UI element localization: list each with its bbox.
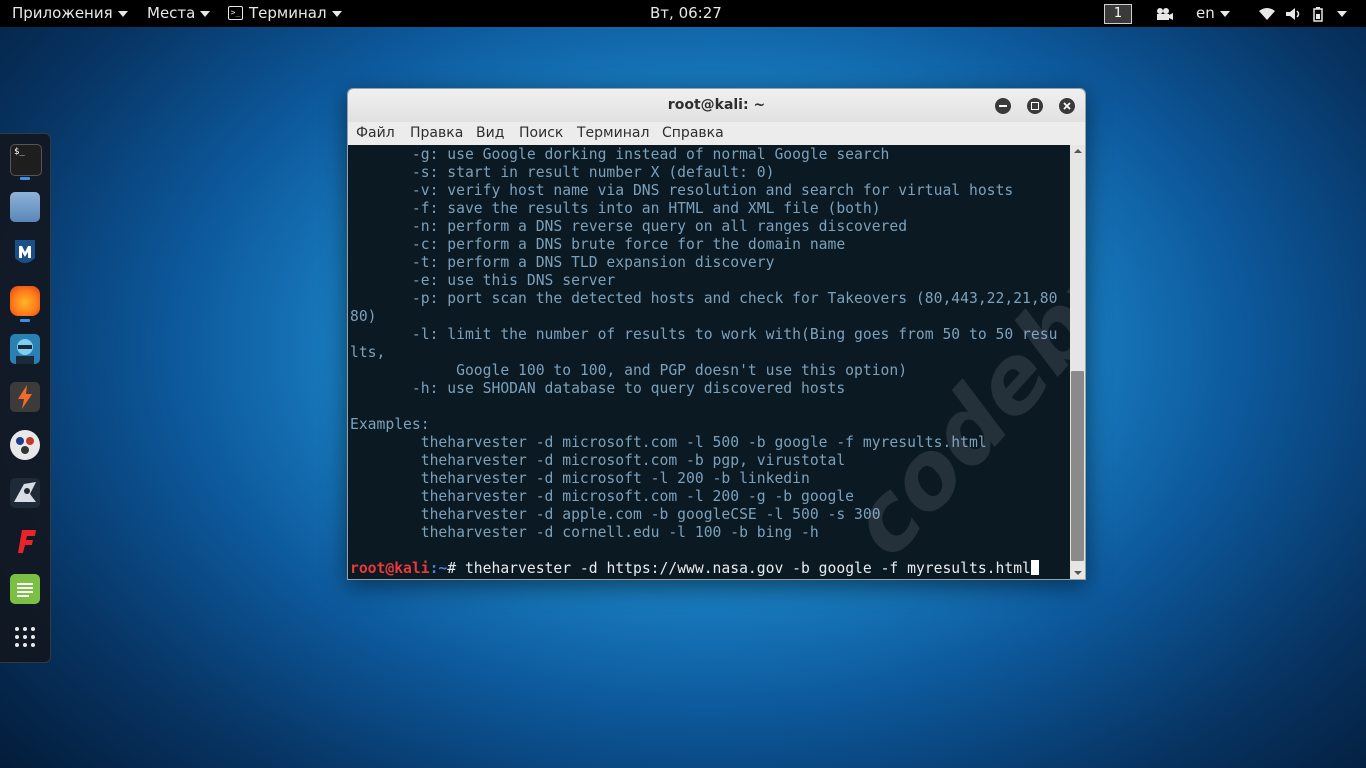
folder-icon[interactable] bbox=[10, 192, 40, 222]
terminal-icon[interactable]: $_ bbox=[10, 144, 42, 176]
running-indicator bbox=[20, 319, 30, 322]
menu-terminal[interactable]: Терминал bbox=[577, 122, 649, 145]
terminal-line: -f: save the results into an HTML and XM… bbox=[350, 200, 881, 217]
chevron-down-icon bbox=[200, 10, 211, 17]
terminal-line: theharvester -d microsoft.com -b pgp, vi… bbox=[350, 452, 846, 469]
scroll-up-icon[interactable] bbox=[1074, 149, 1082, 153]
terminal-line: theharvester -d cornell.edu -l 100 -b bi… bbox=[350, 524, 819, 541]
chevron-down-icon bbox=[331, 10, 342, 17]
text-editor-icon[interactable] bbox=[10, 574, 40, 604]
running-indicator bbox=[20, 177, 30, 180]
prompt-symbol: # bbox=[447, 560, 457, 577]
terminal-line: -t: perform a DNS TLD expansion discover… bbox=[350, 254, 775, 271]
chevron-down-icon bbox=[117, 10, 128, 17]
terminal-line: theharvester -d microsoft.com -l 500 -b … bbox=[350, 434, 987, 451]
window-title: root@kali: ~ bbox=[667, 97, 766, 113]
close-icon bbox=[1063, 102, 1071, 110]
terminal-line: -l: limit the number of results to work … bbox=[350, 326, 1058, 343]
active-app-menu[interactable]: >_ Терминал bbox=[228, 0, 342, 27]
terminal-line: theharvester -d microsoft.com -l 200 -g … bbox=[350, 488, 855, 505]
firefox-icon[interactable] bbox=[10, 286, 40, 316]
metasploit-icon[interactable] bbox=[10, 238, 40, 268]
minimize-icon bbox=[999, 105, 1007, 107]
terminal-line: Google 100 to 100, and PGP doesn't use t… bbox=[350, 362, 908, 379]
top-panel: Приложения Места >_ Терминал Вт, 06:27 1 … bbox=[0, 0, 1366, 27]
chevron-down-icon bbox=[1336, 10, 1347, 17]
terminal-line: theharvester -d apple.com -b googleCSE -… bbox=[350, 506, 881, 523]
command-input[interactable]: theharvester -d https://www.nasa.gov -b … bbox=[456, 560, 1031, 577]
workspace-indicator[interactable]: 1 bbox=[1104, 4, 1132, 24]
applications-menu-label: Приложения bbox=[12, 4, 113, 22]
maximize-button[interactable] bbox=[1027, 98, 1043, 114]
prompt-line[interactable]: root@kali:~# theharvester -d https://www… bbox=[350, 560, 1039, 578]
terminal-output[interactable]: -g: use Google dorking instead of normal… bbox=[348, 145, 1070, 579]
menubar: Файл Правка Вид Поиск Терминал Справка bbox=[348, 122, 1085, 145]
scrollbar[interactable] bbox=[1070, 145, 1085, 579]
armitage-icon[interactable] bbox=[10, 334, 40, 364]
terminal-line: 80) bbox=[350, 308, 377, 325]
scrollbar-thumb[interactable] bbox=[1071, 371, 1084, 561]
video-camera-icon[interactable] bbox=[1156, 0, 1174, 27]
terminal-line: -h: use SHODAN database to query discove… bbox=[350, 380, 846, 397]
dock: $_ bbox=[0, 133, 51, 663]
menu-search[interactable]: Поиск bbox=[519, 122, 563, 145]
chevron-down-icon bbox=[1219, 10, 1230, 17]
terminal-line: -g: use Google dorking instead of normal… bbox=[350, 146, 890, 163]
prompt-path: :~ bbox=[429, 560, 448, 577]
active-app-label: Терминал bbox=[249, 4, 327, 22]
terminal-line: -e: use this DNS server bbox=[350, 272, 616, 289]
applications-menu[interactable]: Приложения bbox=[12, 0, 128, 27]
terminal-line: Examples: bbox=[350, 416, 430, 433]
menu-edit[interactable]: Правка bbox=[410, 122, 463, 145]
minimize-button[interactable] bbox=[995, 98, 1011, 114]
app-grid-icon[interactable] bbox=[10, 622, 40, 652]
terminal-line: -p: port scan the detected hosts and che… bbox=[350, 290, 1058, 307]
window-titlebar[interactable]: root@kali: ~ bbox=[348, 89, 1085, 123]
keyboard-layout-menu[interactable]: en bbox=[1196, 0, 1230, 27]
maltego-icon[interactable] bbox=[10, 430, 40, 460]
menu-help[interactable]: Справка bbox=[662, 122, 724, 145]
places-menu[interactable]: Места bbox=[147, 0, 211, 27]
faraday-icon[interactable] bbox=[10, 526, 40, 556]
terminal-line: -v: verify host name via DNS resolution … bbox=[350, 182, 1014, 199]
prompt-user: root@kali bbox=[350, 560, 430, 577]
maximize-icon bbox=[1031, 102, 1039, 110]
battery-icon[interactable] bbox=[1313, 0, 1347, 27]
wifi-icon[interactable] bbox=[1258, 0, 1276, 27]
beef-icon[interactable] bbox=[10, 478, 40, 508]
terminal-line: -n: perform a DNS reverse query on all r… bbox=[350, 218, 908, 235]
terminal-line: -c: perform a DNS brute force for the do… bbox=[350, 236, 846, 253]
terminal-window: root@kali: ~ Файл Правка Вид Поиск Терми… bbox=[347, 88, 1086, 580]
menu-view[interactable]: Вид bbox=[476, 122, 504, 145]
keyboard-layout-label: en bbox=[1196, 4, 1215, 22]
terminal-line: lts, bbox=[350, 344, 386, 361]
scroll-down-icon[interactable] bbox=[1074, 571, 1082, 575]
places-menu-label: Места bbox=[147, 4, 196, 22]
volume-icon[interactable] bbox=[1285, 0, 1303, 27]
burpsuite-icon[interactable] bbox=[10, 382, 40, 412]
text-cursor bbox=[1030, 560, 1039, 575]
menu-file[interactable]: Файл bbox=[356, 122, 395, 145]
terminal-icon: >_ bbox=[228, 5, 243, 20]
close-button[interactable] bbox=[1059, 98, 1075, 114]
terminal-line: theharvester -d microsoft -l 200 -b link… bbox=[350, 470, 810, 487]
clock[interactable]: Вт, 06:27 bbox=[650, 0, 722, 27]
terminal-line: -s: start in result number X (default: 0… bbox=[350, 164, 775, 181]
